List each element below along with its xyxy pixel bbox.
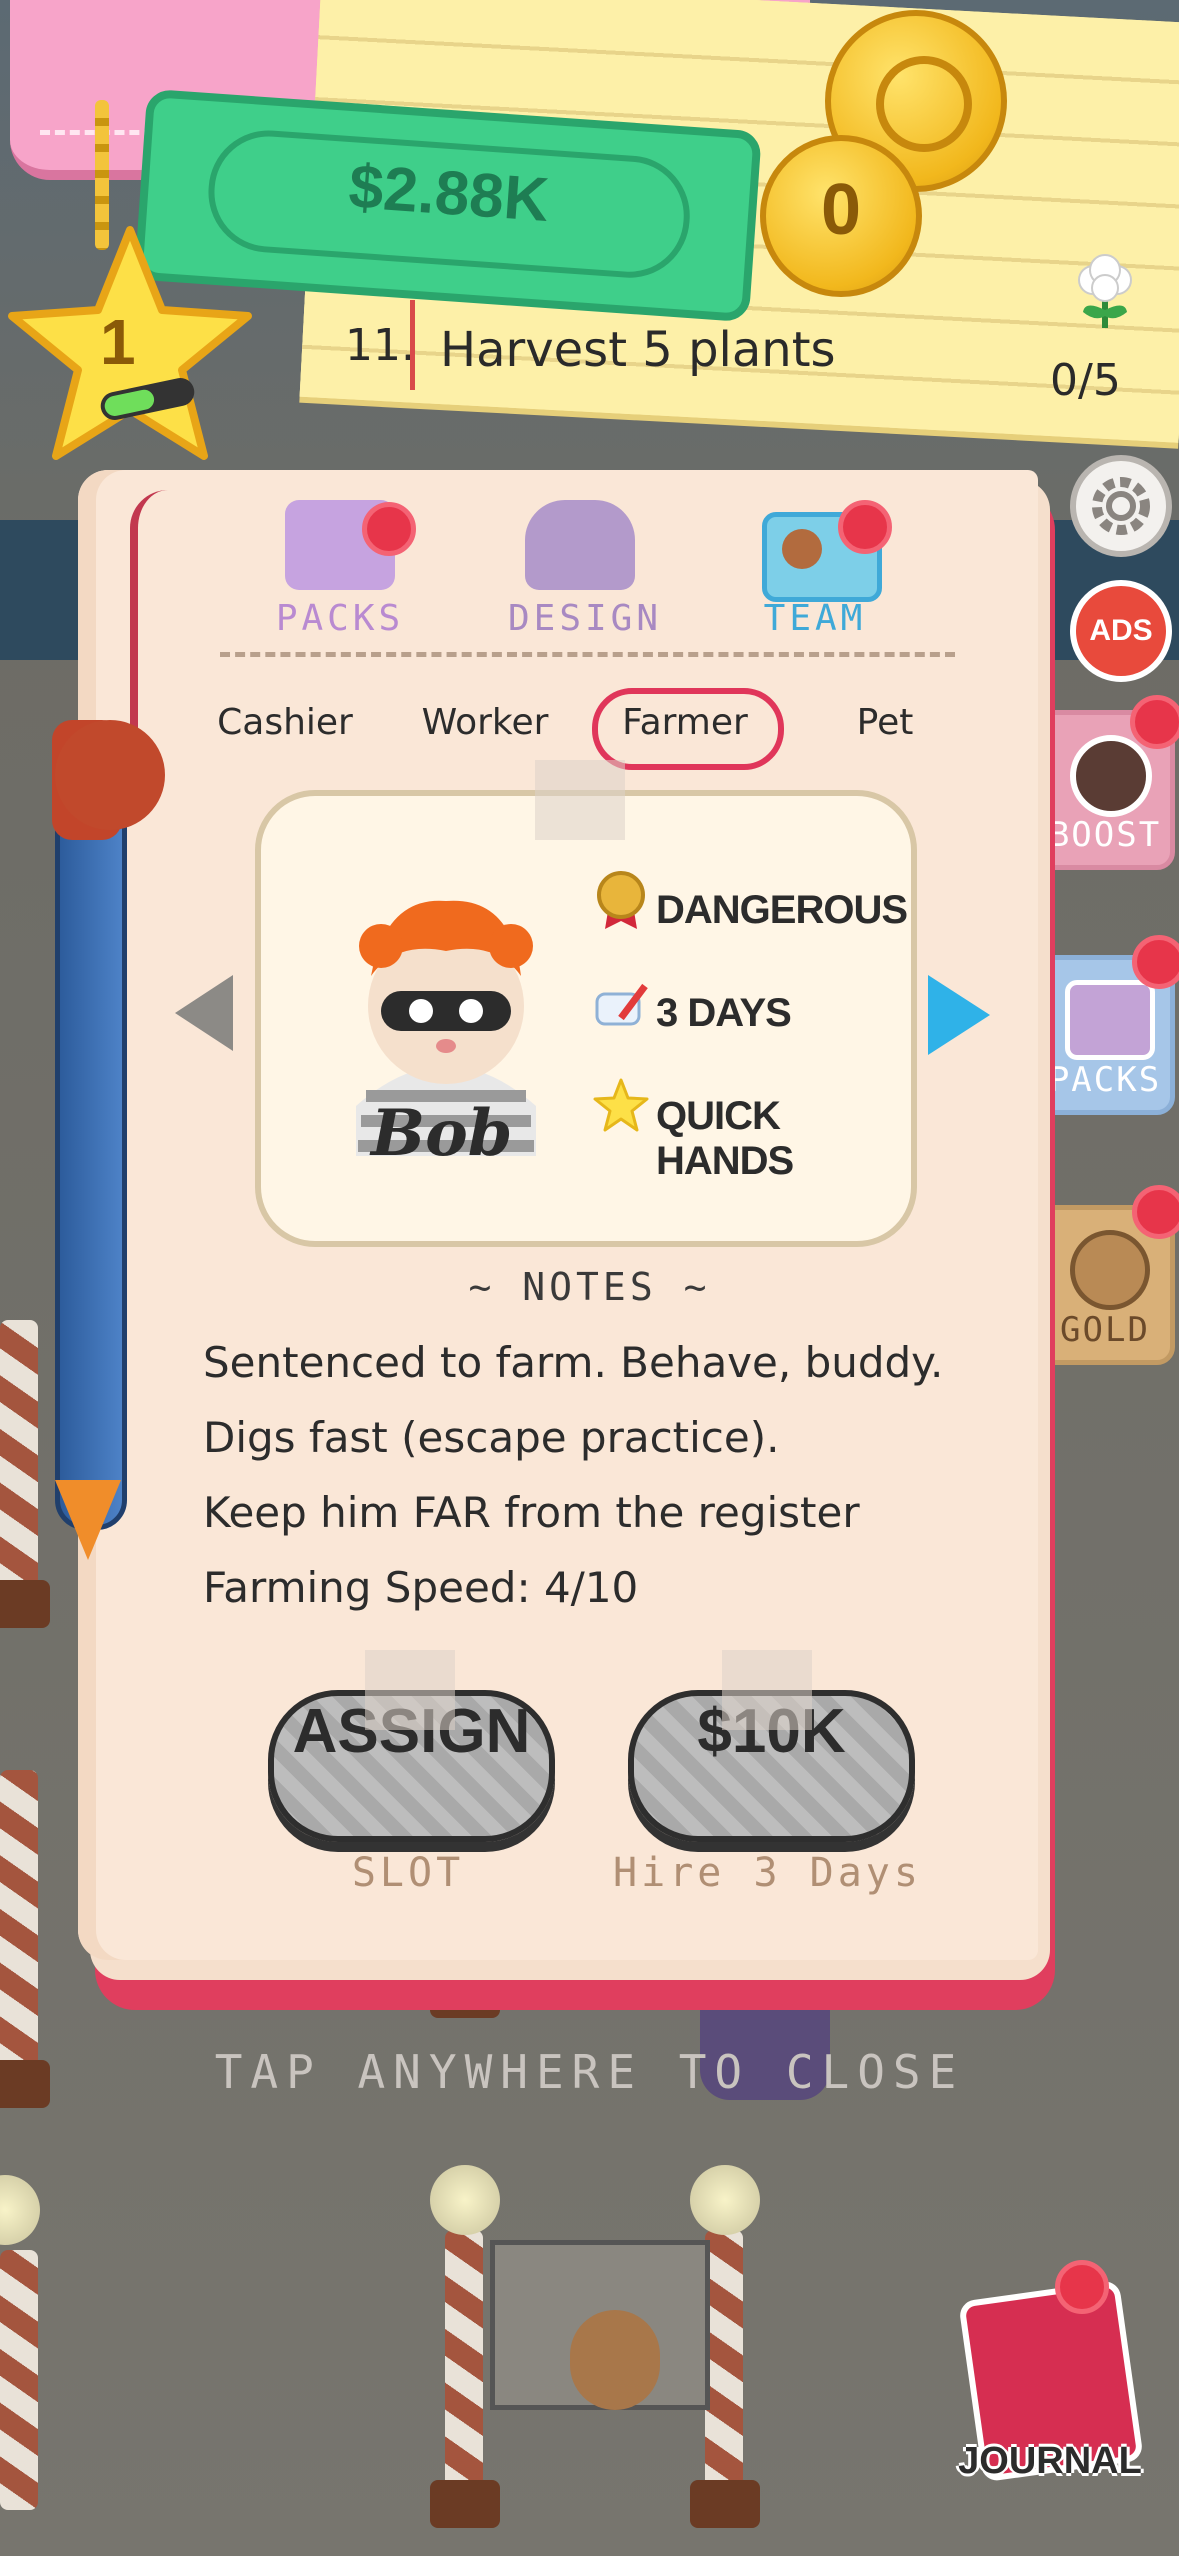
barrier-base (690, 2480, 760, 2528)
note-line-4: Farming Speed: 4/10 (203, 1563, 639, 1612)
cotton-plant-icon (1078, 254, 1132, 328)
scroll-icon (595, 983, 648, 1026)
assign-sublabel: SLOT (351, 1850, 465, 1896)
category-worker[interactable]: Worker (400, 702, 570, 743)
boost-label: BOOST (1048, 815, 1162, 855)
notification-dot (1130, 695, 1179, 749)
tab-design[interactable]: DESIGN (490, 598, 680, 639)
notification-dot (362, 502, 416, 556)
tape-strip (535, 760, 625, 840)
quest-number: 11. (345, 320, 415, 371)
bear-charm-icon (55, 720, 165, 830)
pen-decoration (55, 760, 127, 1530)
bear-emblem-icon (876, 56, 972, 152)
tap-to-close-hint[interactable]: TAP ANYWHERE TO CLOSE (0, 2045, 1179, 2099)
pack-icon (1065, 980, 1155, 1060)
notification-dot (1132, 1185, 1179, 1239)
pen-tip (55, 1480, 121, 1560)
trait-dangerous: DANGEROUS (656, 888, 908, 932)
tab-team-label: TEAM (763, 598, 867, 639)
hire-sublabel: Hire 3 Days (613, 1850, 922, 1896)
category-cashier[interactable]: Cashier (200, 702, 370, 743)
previous-character-arrow[interactable] (175, 975, 233, 1051)
barrier-pole (445, 2230, 483, 2490)
barrier-lamp (690, 2165, 760, 2235)
settings-button[interactable] (1070, 455, 1172, 557)
notification-dot (838, 500, 892, 554)
coin-counter[interactable]: 0 (760, 135, 922, 297)
tape-strip (722, 1650, 812, 1730)
note-line-1: Sentenced to farm. Behave, buddy. (203, 1338, 944, 1387)
notepad-margin-line (410, 300, 415, 390)
notes-heading: ~ NOTES ~ (468, 1265, 711, 1309)
angry-bear-icon (1070, 735, 1152, 817)
bookmark-cord (130, 490, 168, 750)
packs-side-label: PACKS (1048, 1060, 1162, 1100)
tab-packs-label: PACKS (275, 598, 405, 639)
gear-icon (1092, 477, 1150, 535)
character-card: Bob DANGEROUS 3 DAYS QUICK HANDS (255, 790, 917, 1247)
category-pet[interactable]: Pet (810, 702, 960, 743)
quest-progress: 0/5 (1050, 355, 1121, 406)
notification-dot (1055, 2260, 1109, 2314)
quest-text: Harvest 5 plants (440, 322, 836, 378)
player-level: 1 (100, 306, 136, 378)
barrier-pole (0, 1320, 38, 1590)
category-farmer[interactable]: Farmer (600, 702, 770, 743)
journal-label: JOURNAL (958, 2440, 1142, 2482)
barrier-lamp (430, 2165, 500, 2235)
note-line-2: Digs fast (escape practice). (203, 1413, 780, 1462)
ads-button[interactable]: ADS (1070, 580, 1172, 682)
medal-icon (597, 871, 645, 929)
gold-label: GOLD (1060, 1310, 1150, 1350)
barrier-base (430, 2480, 500, 2528)
tab-packs[interactable]: PACKS (250, 598, 430, 639)
tab-design-label: DESIGN (507, 598, 663, 639)
barrier-pole (0, 1770, 38, 2070)
tape-strip (365, 1650, 455, 1730)
barrier-pole (0, 2250, 38, 2510)
trait-duration: 3 DAYS (656, 991, 792, 1035)
notification-dot (1132, 935, 1179, 989)
journal-button[interactable]: JOURNAL (955, 2270, 1145, 2500)
note-line-3: Keep him FAR from the register (203, 1488, 860, 1537)
hanger-clothes-icon (525, 500, 635, 590)
trait-quick-hands: QUICK HANDS (656, 1094, 794, 1183)
star-icon (593, 1078, 649, 1132)
coin-count: 0 (820, 170, 862, 250)
tab-divider (220, 652, 955, 657)
bear-npc[interactable] (570, 2310, 660, 2410)
character-name: Bob (371, 1096, 513, 1171)
barrier-base (0, 1580, 50, 1628)
tab-team[interactable]: TEAM (730, 598, 900, 639)
barrier-pole (705, 2230, 743, 2490)
next-character-arrow[interactable] (928, 975, 990, 1055)
bear-photo (782, 529, 822, 569)
